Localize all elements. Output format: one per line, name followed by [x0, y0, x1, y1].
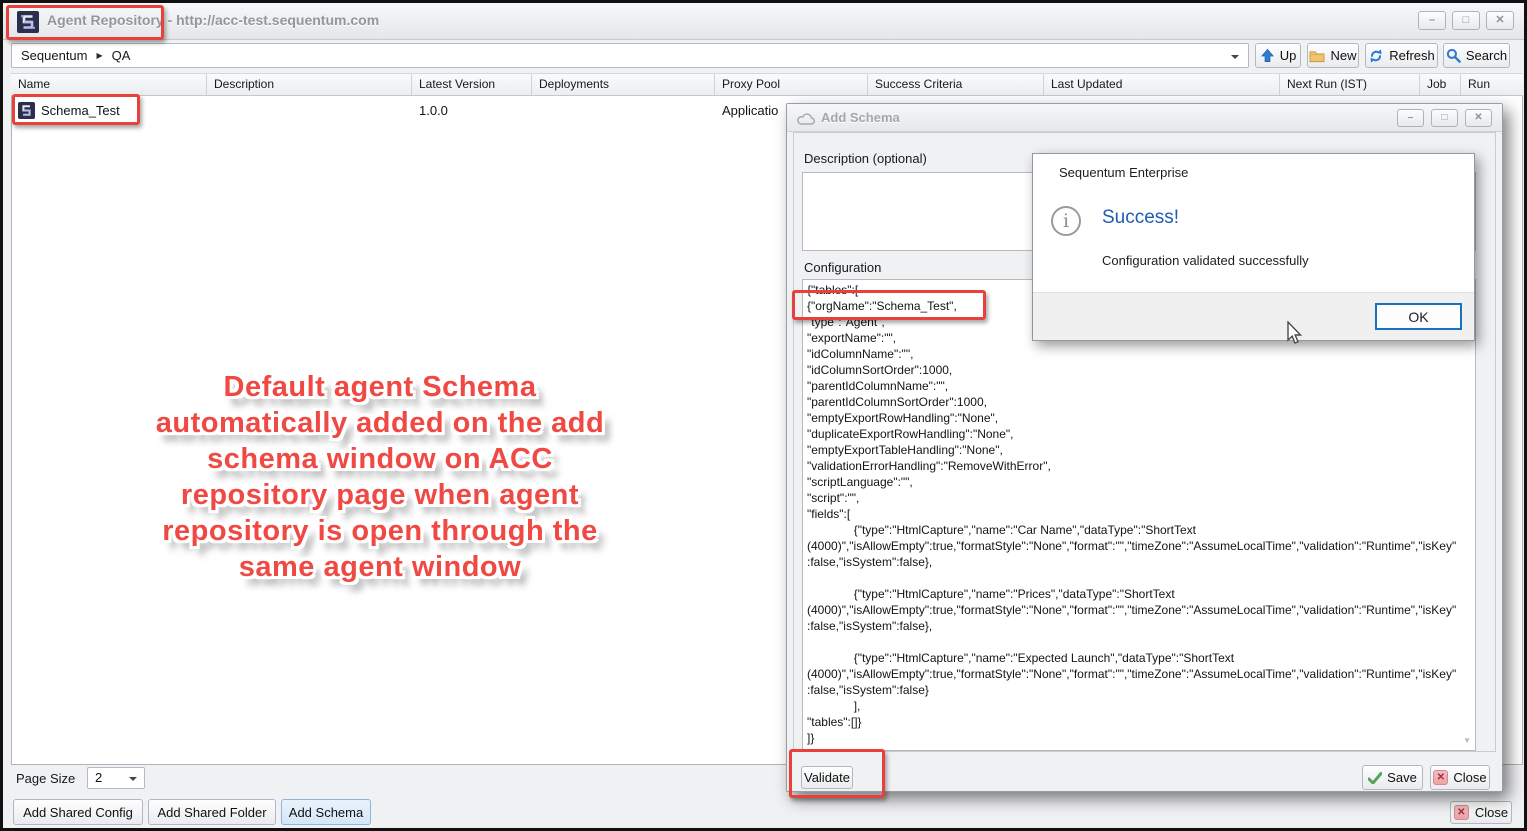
annotation-box-title	[6, 5, 164, 40]
agent-repository-window: Agent Repository - http://acc-test.seque…	[0, 0, 1527, 831]
annotation-box-schema-row	[12, 94, 140, 125]
close-x-icon: ✕	[1433, 770, 1448, 785]
message-box-footer: OK	[1033, 292, 1474, 340]
success-message: Configuration validated successfully	[1102, 253, 1309, 268]
col-header-job[interactable]: Job	[1420, 74, 1461, 95]
dialog-close-button[interactable]: ✕ Close	[1430, 765, 1490, 790]
message-box-title: Sequentum Enterprise	[1059, 165, 1188, 180]
up-button[interactable]: Up	[1255, 43, 1301, 68]
description-label: Description (optional)	[804, 151, 927, 166]
info-icon: i	[1051, 206, 1081, 236]
annotation-note: Default agent Schema automatically added…	[120, 369, 640, 585]
search-button[interactable]: Search	[1443, 43, 1510, 68]
repository-path-combobox[interactable]: Sequentum ▶ QA	[11, 43, 1249, 68]
check-icon	[1368, 772, 1382, 784]
add-shared-folder-button[interactable]: Add Shared Folder	[148, 799, 276, 825]
scroll-down-icon[interactable]: ▼	[1463, 736, 1471, 745]
success-heading: Success!	[1102, 207, 1179, 229]
close-icon[interactable]: ✕	[1486, 11, 1514, 30]
folder-icon	[1309, 49, 1325, 63]
maximize-icon[interactable]: □	[1452, 11, 1480, 30]
dialog-minimize-icon[interactable]: –	[1397, 109, 1424, 127]
col-header-description[interactable]: Description	[207, 74, 412, 95]
save-button[interactable]: Save	[1362, 765, 1423, 790]
main-titlebar: Agent Repository - http://acc-test.seque…	[3, 3, 1524, 40]
col-header-next-run[interactable]: Next Run (IST)	[1280, 74, 1420, 95]
close-x-icon: ✕	[1454, 805, 1469, 820]
configuration-input[interactable]: {"tables":[ {"orgName":"Schema_Test", "t…	[802, 279, 1476, 751]
annotation-box-orgname	[792, 290, 986, 320]
breadcrumb-root: Sequentum	[21, 48, 88, 63]
chevron-down-icon[interactable]	[129, 777, 137, 781]
refresh-icon	[1368, 48, 1384, 64]
main-close-button[interactable]: ✕ Close	[1450, 801, 1512, 824]
page-size-select[interactable]: 2	[87, 767, 145, 789]
col-header-latest-version[interactable]: Latest Version	[412, 74, 532, 95]
configuration-label: Configuration	[804, 260, 881, 275]
success-message-box: Sequentum Enterprise i Success! Configur…	[1032, 153, 1475, 341]
cloud-icon	[796, 111, 816, 126]
page-size-label: Page Size	[16, 771, 75, 786]
refresh-button[interactable]: Refresh	[1365, 43, 1438, 68]
chevron-down-icon[interactable]	[1231, 55, 1239, 59]
add-shared-config-button[interactable]: Add Shared Config	[13, 799, 143, 825]
col-header-deployments[interactable]: Deployments	[532, 74, 715, 95]
minimize-icon[interactable]: –	[1418, 11, 1446, 30]
dialog-close-icon[interactable]: ✕	[1465, 109, 1492, 127]
table-header-row: Name Description Latest Version Deployme…	[11, 73, 1523, 96]
add-schema-button[interactable]: Add Schema	[281, 799, 371, 825]
col-header-success-criteria[interactable]: Success Criteria	[868, 74, 1044, 95]
configuration-json: {"tables":[ {"orgName":"Schema_Test", "t…	[807, 282, 1459, 746]
up-arrow-icon	[1260, 48, 1275, 63]
col-header-name[interactable]: Name	[11, 74, 207, 95]
annotation-box-validate	[789, 749, 885, 798]
new-button[interactable]: New	[1307, 43, 1359, 68]
row-latest-version: 1.0.0	[412, 103, 532, 118]
col-header-last-updated[interactable]: Last Updated	[1044, 74, 1280, 95]
add-schema-titlebar: Add Schema – □ ✕	[787, 104, 1502, 132]
breadcrumb-current: QA	[112, 48, 131, 63]
dialog-title: Add Schema	[821, 110, 900, 125]
search-icon	[1446, 48, 1461, 63]
dialog-maximize-icon[interactable]: □	[1431, 109, 1458, 127]
col-header-run[interactable]: Run	[1461, 74, 1523, 95]
mouse-cursor	[1287, 321, 1304, 350]
breadcrumb-arrow-icon: ▶	[97, 51, 103, 60]
ok-button[interactable]: OK	[1375, 303, 1462, 330]
col-header-proxy-pool[interactable]: Proxy Pool	[715, 74, 868, 95]
